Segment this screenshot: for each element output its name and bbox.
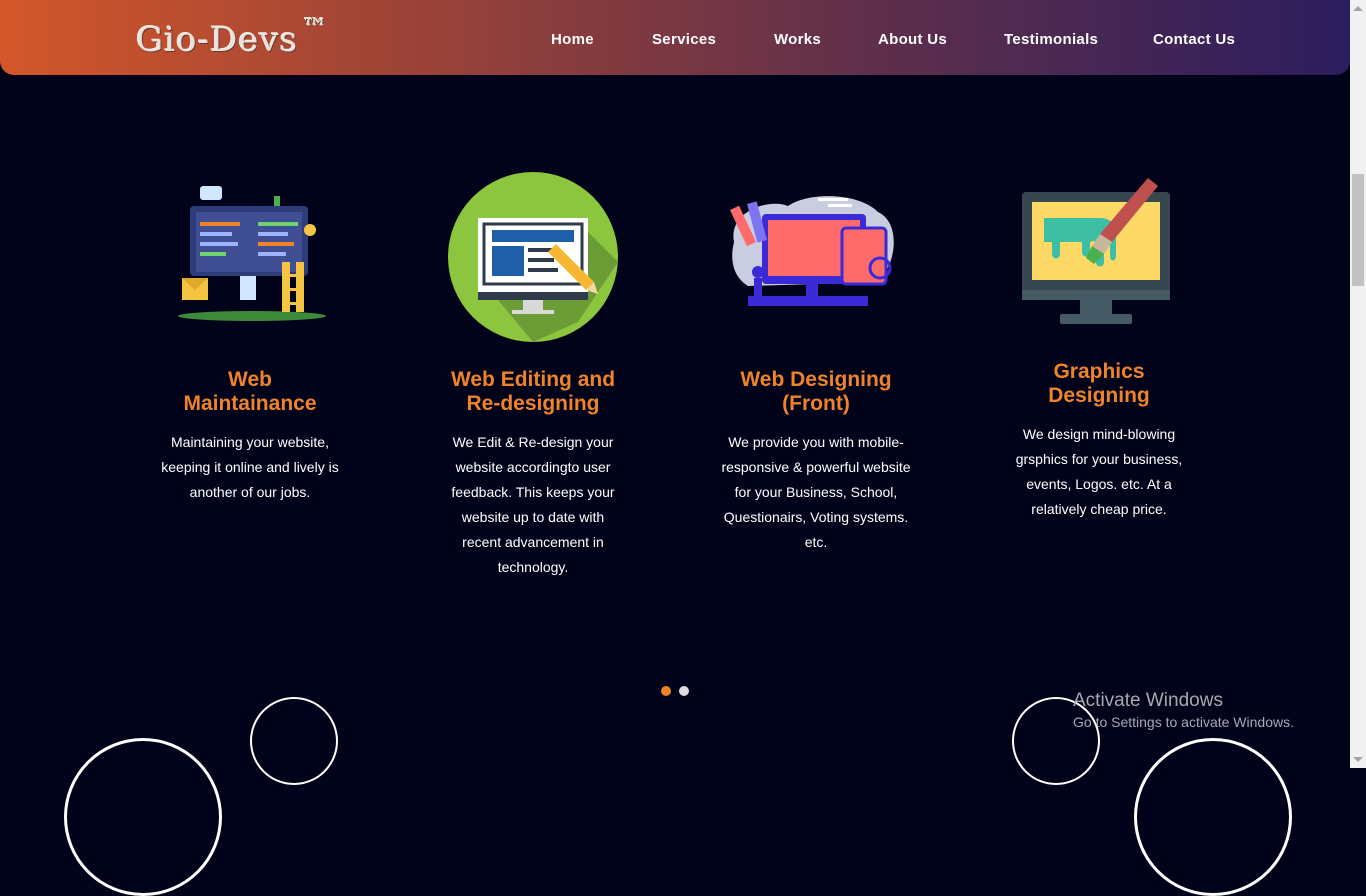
- service-description: We provide you with mobile-responsive & …: [721, 434, 911, 550]
- service-card-web-maintenance: Web Maintainance Maintaining your websit…: [155, 368, 345, 505]
- nav-works[interactable]: Works: [774, 31, 821, 48]
- decorative-circle: [1134, 738, 1292, 896]
- decorative-circle: [64, 738, 222, 896]
- service-title: Web Editing and Re-designing: [450, 368, 616, 415]
- nav-home[interactable]: Home: [551, 31, 594, 48]
- activate-windows-title: Activate Windows: [1073, 690, 1223, 711]
- web-designing-icon: [728, 192, 900, 317]
- service-description: We Edit & Re-design your website accordi…: [451, 434, 615, 575]
- site-header: Gio-Devs ™ Home Services Works About Us T…: [0, 0, 1350, 75]
- service-card-web-editing: Web Editing and Re-designing We Edit & R…: [438, 368, 628, 580]
- service-card-web-designing: Web Designing (Front) We provide you wit…: [721, 368, 911, 555]
- scroll-down-arrow-icon[interactable]: [1353, 757, 1363, 762]
- scroll-up-arrow-icon[interactable]: [1353, 6, 1363, 11]
- service-description: Maintaining your website, keeping it onl…: [161, 434, 339, 500]
- page-scrollbar[interactable]: [1350, 0, 1366, 768]
- carousel-dot-1[interactable]: [661, 686, 671, 696]
- service-description: We design mind-blowing grsphics for your…: [1015, 426, 1183, 517]
- service-title: Graphics Designing: [1048, 360, 1150, 407]
- nav-services[interactable]: Services: [652, 31, 716, 48]
- decorative-circle: [250, 697, 338, 785]
- service-title: Web Designing (Front): [740, 368, 892, 415]
- nav-about-us[interactable]: About Us: [878, 31, 947, 48]
- site-logo[interactable]: Gio-Devs ™: [136, 14, 329, 60]
- nav-testimonials[interactable]: Testimonials: [1004, 31, 1098, 48]
- carousel-dot-2[interactable]: [679, 686, 689, 696]
- service-card-graphics-designing: Graphics Designing We design mind-blowin…: [1004, 360, 1194, 522]
- web-maintenance-icon: [170, 182, 330, 329]
- web-editing-icon: [448, 172, 618, 347]
- service-title: Web Maintainance: [183, 368, 317, 415]
- graphics-design-icon: [1020, 172, 1172, 331]
- nav-contact-us[interactable]: Contact Us: [1153, 31, 1235, 48]
- activate-windows-subtitle: Go to Settings to activate Windows.: [1073, 714, 1294, 730]
- logo-trademark: ™: [302, 14, 330, 44]
- scroll-thumb[interactable]: [1352, 174, 1364, 286]
- logo-text: Gio-Devs: [136, 20, 299, 60]
